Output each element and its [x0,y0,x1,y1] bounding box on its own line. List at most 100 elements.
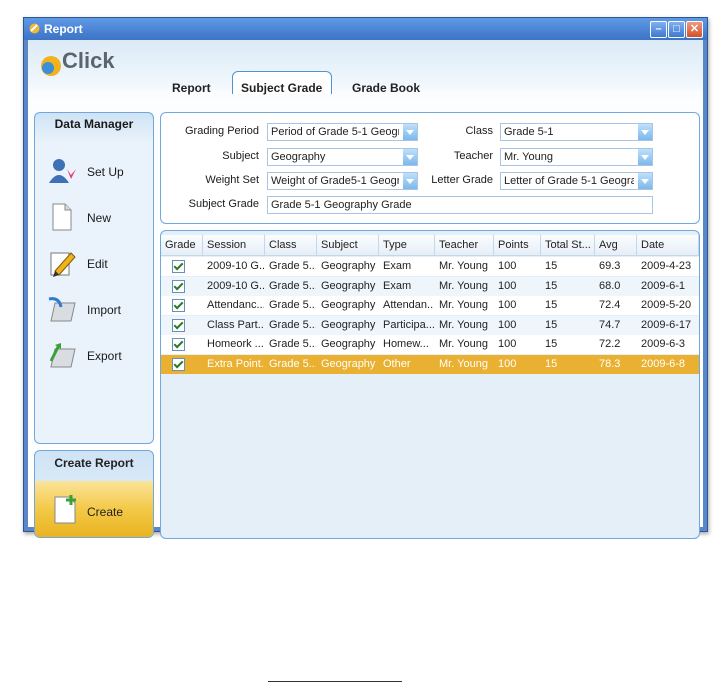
table-cell: 2009-6-17 [641,318,692,331]
title-bar[interactable]: Report – □ ✕ [24,18,707,40]
table-cell: 100 [498,338,517,350]
grade-checkbox[interactable] [172,338,185,351]
table-row[interactable]: Homeork ... Grade 5... Geography Homew... Mr… [161,335,699,354]
table-row[interactable]: 2009-10 G... Grade 5... Geography Exam Mr. Y… [161,257,699,276]
create-report-panel: Create Report Create [34,450,154,538]
export-button[interactable]: Export [45,339,145,373]
subject-grade-input[interactable]: Grade 5-1 Geography Grade [267,196,653,214]
edit-button[interactable]: Edit [45,247,145,281]
class-select[interactable]: Grade 5-1 [500,123,653,141]
table-cell: Geography [321,299,376,311]
table-cell: 69.3 [599,260,621,272]
table-cell: 72.4 [599,299,621,311]
column-header[interactable]: Session [203,235,265,255]
grade-checkbox[interactable] [172,357,185,371]
window-title: Report [44,22,83,36]
table-cell: 72.2 [599,338,621,350]
weight-set-label: Weight Set [205,174,259,186]
table-cell: Geography [321,260,376,272]
table-cell: Mr. Young [439,338,488,350]
export-icon [49,343,76,368]
table-cell: 15 [545,357,558,370]
table-cell: Grade 5... [269,318,316,331]
table-cell: Geography [321,338,376,350]
class-label: Class [465,125,493,137]
import-button[interactable]: Import [45,293,145,327]
table-cell: Other [383,357,411,370]
table-row[interactable]: Class Part... Grade 5... Geography Particip… [161,315,699,335]
weight-set-select[interactable]: Weight of Grade5-1 Geogra [267,172,418,190]
tab-grade-book[interactable]: Grade Book [344,75,428,95]
import-icon [48,297,76,322]
table-row[interactable]: Attendanc... Grade 5... Geography Attendan.… [161,296,699,315]
chevron-down-icon [638,149,652,165]
table-cell: 2009-6-3 [641,338,686,350]
table-cell: Grade 5... [269,357,316,370]
table-cell: 68.0 [599,279,621,292]
column-header[interactable]: Points [494,235,541,255]
table-cell: 100 [498,318,517,331]
column-header[interactable]: Avg [595,235,637,255]
edit-icon [50,252,76,277]
chevron-down-icon [403,149,417,165]
table-cell: 100 [498,357,517,370]
report-window: Report – □ ✕ Click Report Subject Grade … [23,17,708,539]
column-header[interactable]: Grade [161,235,203,255]
subject-grade-label: Subject Grade [188,198,259,210]
create-report-icon [54,495,76,524]
column-header[interactable]: Class [265,235,317,255]
column-header[interactable]: Type [379,235,435,255]
table-cell: 100 [498,299,517,311]
tab-report[interactable]: Report [164,75,219,95]
column-header[interactable]: Total St... [541,235,595,255]
subject-label: Subject [222,150,259,162]
column-header[interactable]: Subject [317,235,379,255]
grade-checkbox[interactable] [172,299,185,312]
table-cell: 2009-10 G... [207,279,264,292]
chevron-down-icon [403,124,417,140]
table-cell: Geography [321,279,376,292]
setup-button[interactable]: Set Up [45,155,145,189]
teacher-select[interactable]: Mr. Young [500,148,653,166]
table-cell: 100 [498,260,517,272]
main-content: Click Report Subject Grade Grade Book Da… [28,40,703,539]
minimize-button[interactable]: – [650,21,667,38]
grid-header: Grade Session Class Subject Type Teacher Point… [161,235,699,256]
grade-checkbox[interactable] [172,279,185,293]
grades-grid: Grade Session Class Subject Type Teacher Point… [160,230,700,539]
table-cell: 74.7 [599,318,621,331]
table-cell: 15 [545,299,558,311]
grading-period-label: Grading Period [185,125,259,137]
data-manager-heading: Data Manager [54,117,134,131]
grade-checkbox[interactable] [172,318,185,332]
table-cell: 2009-6-8 [641,357,686,370]
grading-period-select[interactable]: Period of Grade 5-1 Geogra [267,123,418,141]
letter-grade-select[interactable]: Letter of Grade 5-1 Geograp [500,172,653,190]
table-cell: Grade 5... [269,338,316,350]
create-report-heading: Create Report [54,456,134,470]
grade-checkbox[interactable] [172,260,185,273]
table-cell: Geography [321,318,376,331]
table-cell: Grade 5... [269,260,316,272]
new-document-icon [52,203,72,231]
data-manager-panel: Data Manager Set Up New Edit Import Expo… [34,112,154,444]
new-button[interactable]: New [45,201,145,235]
tab-subject-grade[interactable]: Subject Grade [232,71,332,95]
close-button[interactable]: ✕ [686,21,703,38]
logo-text: Click [62,48,115,73]
app-icon [29,23,40,34]
table-cell: 2009-5-20 [641,299,692,311]
table-cell: 15 [545,260,558,272]
column-header[interactable]: Teacher [435,235,494,255]
teacher-label: Teacher [453,150,493,162]
table-row[interactable]: Extra Point... Grade 5... Geography Other Mr… [161,354,699,374]
table-cell: 2009-4-23 [641,260,692,272]
close-icon: ✕ [689,23,700,35]
table-row[interactable]: 2009-10 G... Grade 5... Geography Exam Mr. Y… [161,276,699,296]
maximize-button[interactable]: □ [668,21,685,38]
table-cell: 2009-10 G... [207,260,264,272]
create-button[interactable]: Create [35,481,153,537]
column-header[interactable]: Date [637,235,699,255]
subject-select[interactable]: Geography [267,148,418,166]
table-cell: Participa... [383,318,434,331]
